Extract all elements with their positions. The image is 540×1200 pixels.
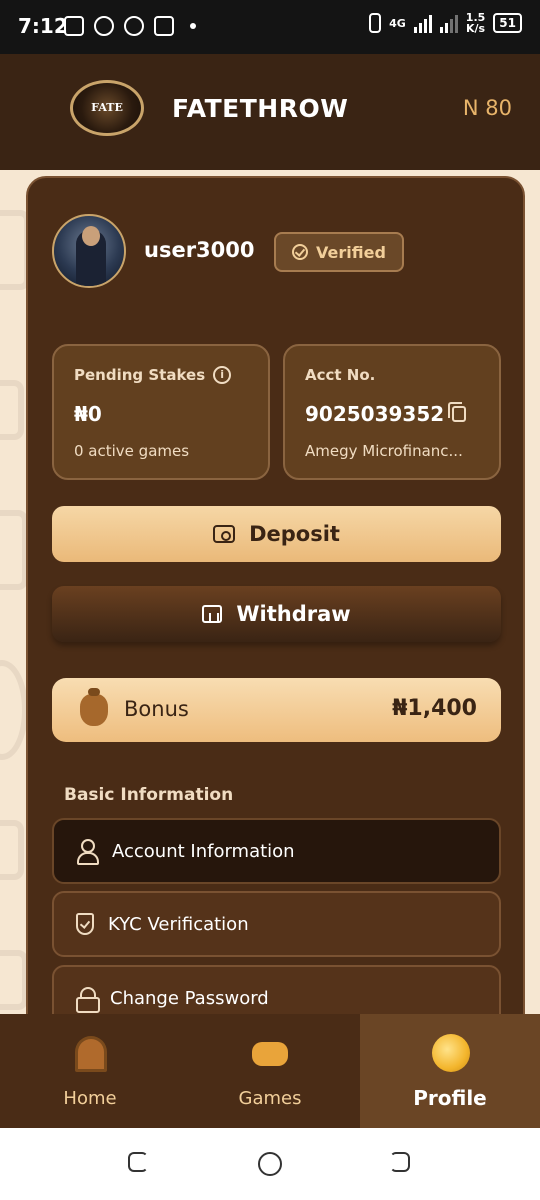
capcut-icon — [154, 16, 174, 36]
nav-label-profile: Profile — [413, 1086, 487, 1110]
shield-icon — [76, 913, 94, 935]
account-number-row: 9025039352 — [305, 402, 467, 426]
app-header: FATE FATETHROW N 80 — [0, 54, 540, 170]
menu-item-label: Account Information — [112, 840, 295, 862]
network-speed: 1.5 K/s — [465, 11, 486, 35]
coin-icon — [432, 1034, 470, 1072]
status-bar: 7:12 4G 1.5 K/s 51 — [0, 0, 540, 54]
nav-item-home[interactable]: Home — [0, 1014, 180, 1128]
tiktok-icon — [124, 16, 144, 36]
more-notifications-dot-icon — [190, 23, 196, 29]
nav-label-home: Home — [63, 1088, 117, 1109]
nav-item-profile[interactable]: Profile — [360, 1014, 540, 1128]
status-time: 7:12 — [18, 14, 68, 38]
background-chest-shape — [0, 380, 24, 440]
account-number-label: Acct No. — [305, 366, 376, 384]
pending-stakes-value: ₦0 — [74, 402, 102, 426]
active-games-count: 0 active games — [74, 442, 190, 460]
signal-2-icon — [439, 13, 458, 33]
nav-label-games: Games — [238, 1088, 302, 1109]
profile-card: user3000 Verified Pending Stakes i ₦0 0 … — [26, 176, 525, 1076]
gamepad-icon — [252, 1042, 288, 1066]
recent-apps-icon[interactable] — [128, 1152, 148, 1172]
avatar-head — [82, 226, 100, 246]
money-bag-icon — [80, 688, 108, 726]
info-icon[interactable]: i — [213, 366, 232, 384]
account-number-card: Acct No. 9025039352 Amegy Microfinanc... — [283, 344, 501, 480]
section-title-basic-information: Basic Information — [64, 785, 234, 805]
back-icon[interactable] — [390, 1152, 410, 1172]
bottom-nav: Home Games Profile — [0, 1014, 540, 1128]
system-navigation-bar — [0, 1128, 540, 1200]
menu-item-label: KYC Verification — [108, 913, 249, 935]
deposit-label: Deposit — [249, 522, 340, 546]
signal-icon — [413, 13, 432, 33]
withdraw-button[interactable]: Withdraw — [52, 586, 501, 642]
menu-item-kyc-verification[interactable]: KYC Verification — [52, 891, 501, 957]
menu-item-label: Change Password — [110, 987, 269, 1009]
system-status: 4G 1.5 K/s 51 — [369, 12, 522, 34]
person-icon — [76, 839, 99, 865]
news-icon — [64, 16, 84, 36]
wallet-icon — [213, 525, 236, 543]
home-circle-icon[interactable] — [258, 1152, 282, 1176]
background-smiley-shape — [0, 660, 28, 760]
verified-label: Verified — [316, 242, 386, 262]
atm-icon — [202, 605, 223, 623]
bonus-label: Bonus — [124, 697, 189, 721]
bonus-banner[interactable]: Bonus ₦1,400 — [52, 678, 501, 742]
lock-icon — [76, 987, 100, 1013]
brand-title: FATETHROW — [172, 94, 349, 123]
check-circle-icon — [292, 244, 309, 260]
copy-icon[interactable] — [448, 402, 467, 422]
bonus-amount: ₦1,400 — [392, 696, 477, 721]
deposit-button[interactable]: Deposit — [52, 506, 501, 562]
notification-icons — [64, 16, 196, 36]
username: user3000 — [144, 238, 255, 262]
vibrate-icon — [369, 13, 382, 33]
network-type: 4G — [389, 16, 406, 30]
door-icon — [75, 1036, 107, 1072]
pending-stakes-label: Pending Stakes — [74, 366, 206, 384]
account-number-value: 9025039352 — [305, 402, 445, 426]
background-trophy-shape — [0, 510, 28, 590]
whatsapp-icon — [94, 16, 114, 36]
fatethrow-logo[interactable]: FATE — [70, 80, 144, 136]
menu-item-account-information[interactable]: Account Information — [52, 818, 501, 884]
bank-name: Amegy Microfinanc... — [305, 442, 463, 460]
withdraw-label: Withdraw — [236, 602, 351, 626]
background-diamond-shape — [0, 820, 24, 880]
background-trophy-shape — [0, 950, 28, 1010]
header-balance[interactable]: N 80 — [463, 96, 512, 120]
battery-icon: 51 — [493, 13, 522, 33]
pending-stakes-label-row: Pending Stakes i — [74, 366, 232, 384]
avatar[interactable] — [52, 214, 126, 288]
verified-badge: Verified — [274, 232, 404, 272]
pending-stakes-card: Pending Stakes i ₦0 0 active games — [52, 344, 270, 480]
nav-item-games[interactable]: Games — [180, 1014, 360, 1128]
